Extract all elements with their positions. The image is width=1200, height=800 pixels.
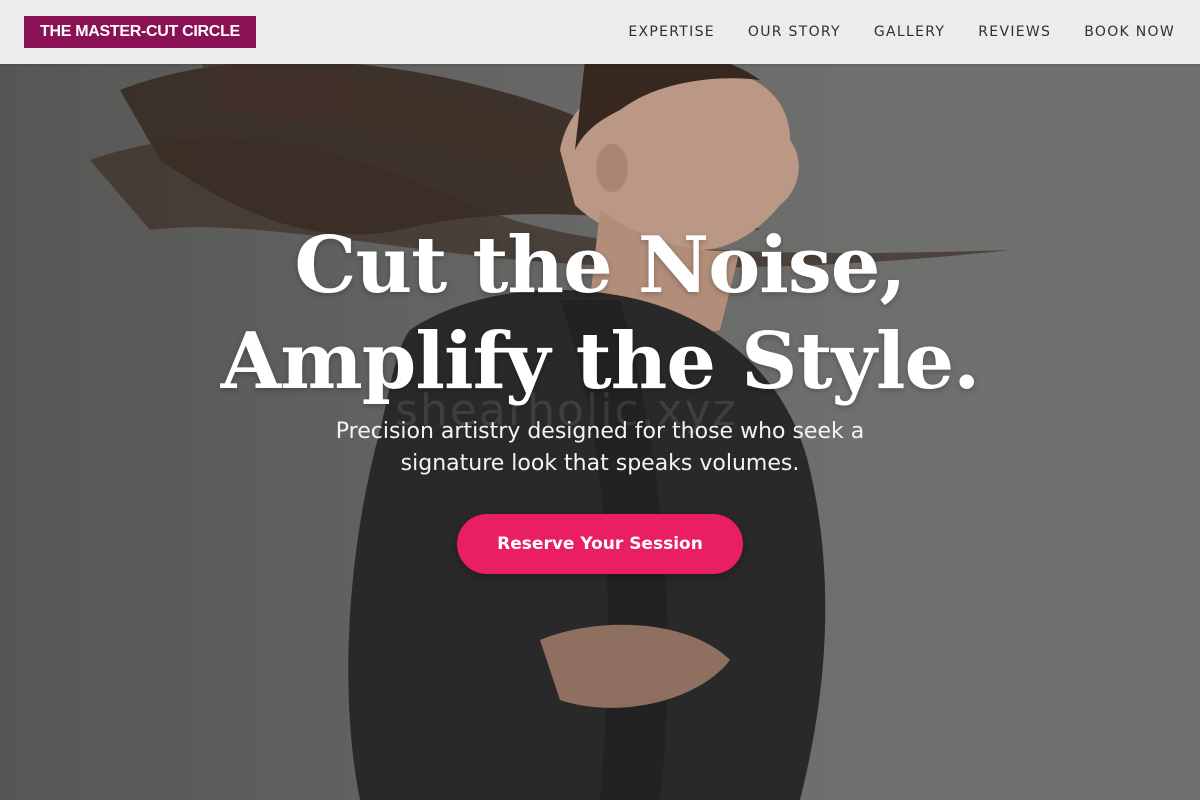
headline-line-2: Amplify the Style.	[220, 316, 981, 407]
nav-link-reviews[interactable]: REVIEWS	[978, 24, 1051, 40]
hero-headline: Cut the Noise, Amplify the Style.	[0, 218, 1200, 410]
main-nav: EXPERTISE OUR STORY GALLERY REVIEWS BOOK…	[628, 0, 1175, 64]
nav-link-gallery[interactable]: GALLERY	[874, 24, 945, 40]
headline-line-1: Cut the Noise,	[294, 220, 906, 311]
landing-page: shearholic.xyz THE MASTER-CUT CIRCLE EXP…	[0, 0, 1200, 800]
hero-section: Cut the Noise, Amplify the Style. Precis…	[0, 218, 1200, 574]
nav-link-book-now[interactable]: BOOK NOW	[1084, 24, 1175, 40]
reserve-session-button[interactable]: Reserve Your Session	[457, 514, 743, 574]
nav-link-our-story[interactable]: OUR STORY	[748, 24, 841, 40]
hero-subheadline: Precision artistry designed for those wh…	[335, 419, 865, 476]
site-header: THE MASTER-CUT CIRCLE EXPERTISE OUR STOR…	[0, 0, 1200, 64]
brand-logo[interactable]: THE MASTER-CUT CIRCLE	[24, 16, 256, 48]
nav-link-expertise[interactable]: EXPERTISE	[628, 24, 715, 40]
